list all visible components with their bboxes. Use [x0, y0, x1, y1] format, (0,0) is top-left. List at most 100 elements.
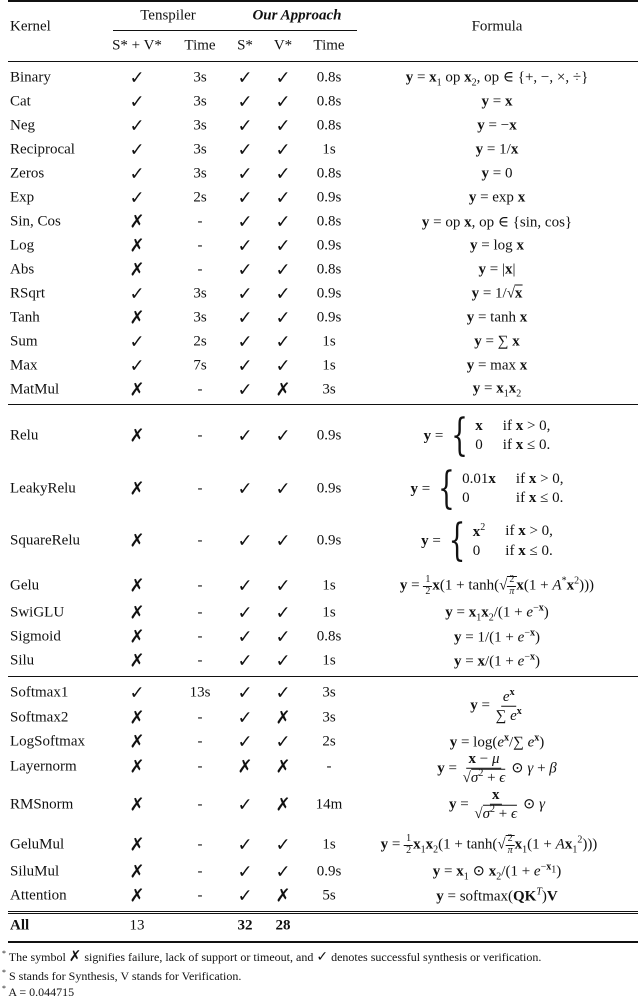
kernel-name: GeluMul — [10, 836, 65, 853]
bottom-rule — [8, 941, 638, 943]
s-check-icon: ✓ — [237, 794, 253, 816]
sv-check-icon: ✓ — [129, 163, 145, 185]
v-check-icon: ✓ — [275, 355, 291, 377]
tenspiler-time: - — [197, 427, 203, 444]
formula-binary: y = x1 op x2, op ∈ {+, −, ×, ÷} — [405, 69, 589, 89]
sv-cross-icon: ✗ — [129, 756, 145, 778]
v-check-icon: ✓ — [275, 682, 291, 704]
tenspiler-time: - — [197, 261, 203, 278]
formula-silu: y = x/(1 + e−x) — [454, 651, 540, 670]
sv-cross-icon: ✗ — [129, 235, 145, 257]
tenspiler-time: - — [197, 652, 203, 669]
tenspiler-time: - — [197, 381, 203, 398]
sv-cross-icon: ✗ — [129, 602, 145, 624]
tenspiler-time: 3s — [193, 285, 207, 302]
cross-icon: ✗ — [68, 947, 82, 965]
formula-leakyrelu: y ={ 0.01x if x > 0, 0 if x ≤ 0. — [410, 463, 564, 514]
s-check-icon: ✓ — [237, 307, 253, 329]
s-check-icon: ✓ — [237, 885, 253, 907]
v-check-icon: ✓ — [275, 187, 291, 209]
sv-check-icon: ✓ — [129, 187, 145, 209]
s-check-icon: ✓ — [237, 379, 253, 401]
our-time: 3s — [322, 684, 336, 701]
tenspiler-time: - — [197, 577, 203, 594]
our-time: 2s — [322, 733, 336, 750]
tenspiler-time: 2s — [193, 189, 207, 206]
formula-rsqrt: y = 1/√x — [471, 284, 523, 302]
formula-gelumul: y = 1 2 x1x2(1 + tanh(√ 2 π x1(1 + Ax12))) — [380, 833, 598, 856]
our-time: 5s — [322, 887, 336, 904]
totals-tenspiler: 13 — [129, 917, 145, 934]
totals-top-rule-2 — [8, 913, 638, 914]
header-tenspiler: Tenspiler — [140, 7, 196, 24]
header-our-approach: Our Approach — [252, 7, 342, 24]
tenspiler-time: 3s — [193, 117, 207, 134]
kernel-name: Binary — [10, 69, 51, 86]
formula-squarerelu: y ={ x2 if x > 0, 0 if x ≤ 0. — [421, 515, 553, 566]
v-check-icon: ✓ — [275, 283, 291, 305]
formula-layernorm: y = x − μ √σ2 + ϵ ⊙ γ + β — [437, 750, 557, 786]
header-time-tenspiler: Time — [184, 37, 216, 54]
s-check-icon: ✓ — [237, 331, 253, 353]
s-check-icon: ✓ — [237, 283, 253, 305]
s-check-icon: ✓ — [237, 425, 253, 447]
tenspiler-time: - — [197, 863, 203, 880]
kernel-name: Layernorm — [10, 758, 77, 775]
sv-cross-icon: ✗ — [129, 259, 145, 281]
kernel-name: Sin, Cos — [10, 213, 61, 230]
tenspiler-time: 3s — [193, 69, 207, 86]
kernel-name: Neg — [10, 117, 35, 134]
formula-matmul: y = x1x2 — [472, 380, 522, 400]
tenspiler-time: - — [197, 709, 203, 726]
top-rule — [8, 0, 638, 2]
formula-softmax: y = ex ∑ ex — [470, 686, 522, 724]
sv-check-icon: ✓ — [129, 139, 145, 161]
v-check-icon: ✓ — [275, 530, 291, 552]
formula-exp: y = exp x — [468, 189, 526, 206]
our-time: 0.9s — [316, 532, 342, 549]
kernel-name: Abs — [10, 261, 35, 278]
s-check-icon: ✓ — [237, 355, 253, 377]
kernel-name: Max — [10, 357, 38, 374]
sv-check-icon: ✓ — [129, 331, 145, 353]
our-time: 0.9s — [316, 285, 342, 302]
tenspiler-time: 3s — [193, 309, 207, 326]
v-check-icon: ✓ — [275, 861, 291, 883]
sv-check-icon: ✓ — [129, 115, 145, 137]
tenspiler-time: 13s — [189, 684, 211, 701]
s-check-icon: ✓ — [237, 682, 253, 704]
our-time: 0.8s — [316, 69, 342, 86]
our-time: 1s — [322, 652, 336, 669]
kernel-name: Softmax1 — [10, 684, 69, 701]
s-check-icon: ✓ — [237, 115, 253, 137]
kernel-name: Exp — [10, 189, 35, 206]
formula-neg: y = −x — [477, 117, 517, 134]
s-check-icon: ✓ — [237, 211, 253, 233]
group2-rule — [8, 676, 638, 677]
group1-rule — [8, 404, 638, 405]
v-check-icon: ✓ — [275, 307, 291, 329]
formula-abs: y = |x| — [478, 261, 516, 278]
our-time: 0.9s — [316, 237, 342, 254]
kernel-name: Softmax2 — [10, 709, 69, 726]
tenspiler-time: 3s — [193, 141, 207, 158]
formula-zeros: y = 0 — [481, 165, 513, 182]
our-time: 14m — [315, 796, 343, 813]
tenspiler-time: - — [197, 532, 203, 549]
s-check-icon: ✓ — [237, 187, 253, 209]
v-cross-icon: ✗ — [275, 707, 291, 729]
formula-tanh: y = tanh x — [466, 309, 528, 326]
kernel-name: LeakyRelu — [10, 480, 76, 497]
tenspiler-time: 3s — [193, 165, 207, 182]
footnote-sv: * S stands for Synthesis, V stands for V… — [2, 968, 242, 983]
tenspiler-time: - — [197, 604, 203, 621]
footnote-a-constant: * A = 0.044715 — [2, 984, 75, 999]
v-check-icon: ✓ — [275, 425, 291, 447]
sv-check-icon: ✓ — [129, 355, 145, 377]
header-formula: Formula — [471, 18, 523, 35]
s-check-icon: ✓ — [237, 67, 253, 89]
kernel-name: Log — [10, 237, 35, 254]
v-cross-icon: ✗ — [275, 794, 291, 816]
sv-cross-icon: ✗ — [129, 794, 145, 816]
header-kernel: Kernel — [10, 18, 51, 35]
